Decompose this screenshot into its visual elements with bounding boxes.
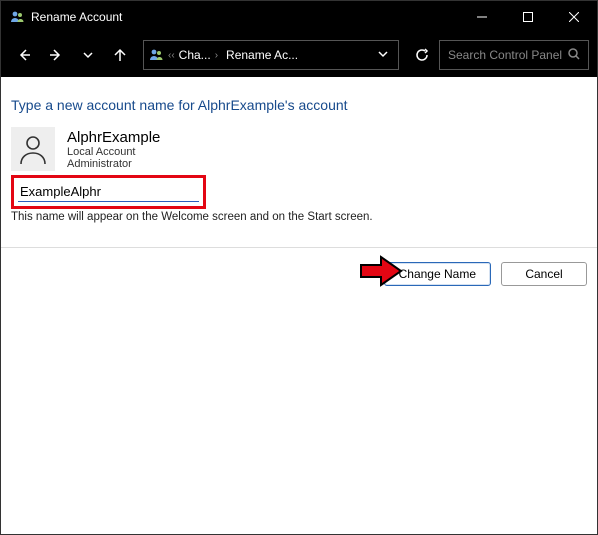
- breadcrumb-label: Rename Ac...: [226, 48, 298, 62]
- account-info: AlphrExample Local Account Administrator: [67, 129, 160, 170]
- search-icon: [568, 48, 580, 63]
- chevron-right-icon: ›: [215, 50, 218, 61]
- account-summary: AlphrExample Local Account Administrator: [11, 127, 587, 171]
- input-highlight-annot: [11, 175, 206, 209]
- window-title: Rename Account: [31, 10, 122, 24]
- avatar: [11, 127, 55, 171]
- new-name-input[interactable]: [18, 182, 199, 202]
- recent-dropdown[interactable]: [73, 40, 103, 70]
- button-label: Change Name: [399, 267, 476, 281]
- account-name: AlphrExample: [67, 129, 160, 146]
- chevron-left-icon: ‹‹: [168, 50, 175, 61]
- button-row: Change Name Cancel: [1, 248, 597, 286]
- titlebar: Rename Account: [1, 1, 597, 33]
- breadcrumb-label: Cha...: [179, 48, 211, 62]
- search-placeholder: Search Control Panel: [448, 48, 568, 62]
- minimize-button[interactable]: [459, 1, 505, 33]
- hint-text: This name will appear on the Welcome scr…: [11, 211, 587, 223]
- content-area: Type a new account name for AlphrExample…: [1, 77, 597, 534]
- breadcrumb-seg-2[interactable]: Rename Ac...: [222, 48, 302, 62]
- refresh-button[interactable]: [407, 40, 437, 70]
- up-button[interactable]: [105, 40, 135, 70]
- forward-button[interactable]: [41, 40, 71, 70]
- close-button[interactable]: [551, 1, 597, 33]
- users-icon: [9, 9, 25, 25]
- toolbar: ‹‹ Cha... › Rename Ac... Search Control …: [1, 33, 597, 77]
- users-icon: [148, 47, 164, 63]
- change-name-button[interactable]: Change Name: [384, 262, 491, 286]
- account-role: Administrator: [67, 158, 160, 170]
- maximize-button[interactable]: [505, 1, 551, 33]
- search-input[interactable]: Search Control Panel: [439, 40, 589, 70]
- cancel-button[interactable]: Cancel: [501, 262, 587, 286]
- page-title: Type a new account name for AlphrExample…: [11, 97, 587, 113]
- address-bar[interactable]: ‹‹ Cha... › Rename Ac...: [143, 40, 399, 70]
- window: Rename Account: [0, 0, 598, 535]
- account-type: Local Account: [67, 146, 160, 158]
- breadcrumb-seg-1[interactable]: Cha... ›: [175, 48, 222, 62]
- address-dropdown[interactable]: [372, 48, 394, 62]
- button-label: Cancel: [525, 267, 562, 281]
- back-button[interactable]: [9, 40, 39, 70]
